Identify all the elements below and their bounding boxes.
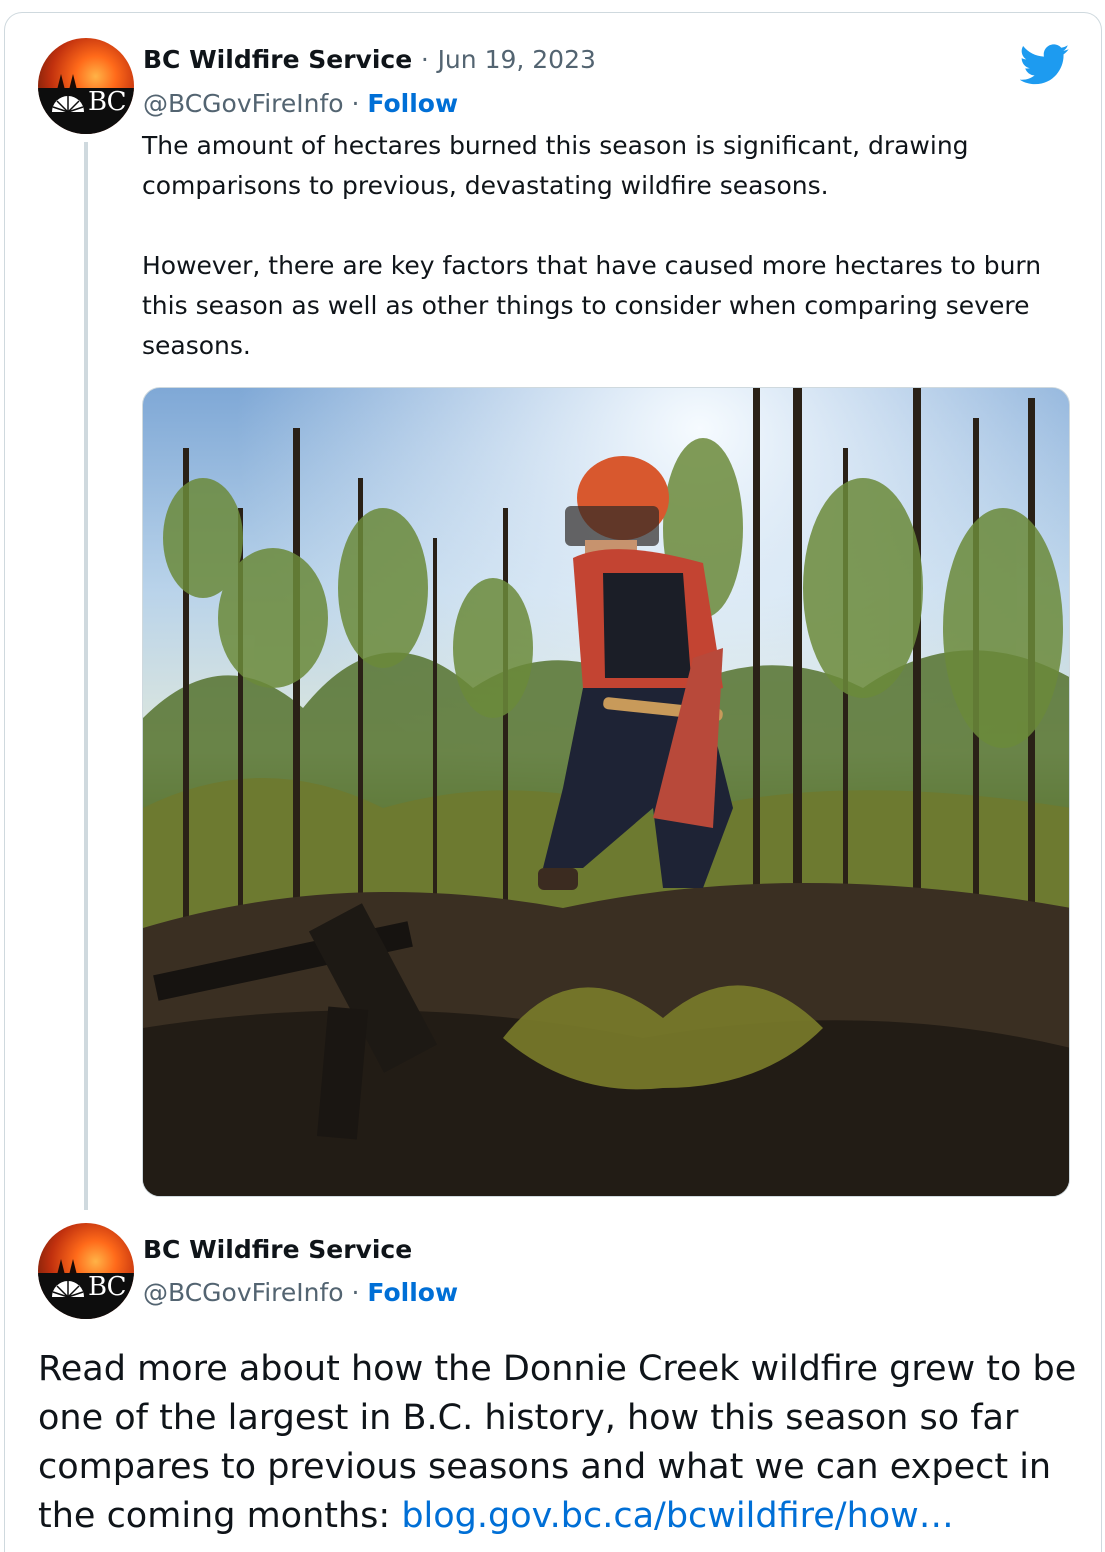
separator-dot: · xyxy=(420,45,429,74)
follow-button[interactable]: Follow xyxy=(367,89,458,118)
handle-line: @BCGovFireInfo · Follow xyxy=(143,1278,458,1307)
tweet-text: The amount of hectares burned this seaso… xyxy=(142,126,1062,366)
sunrise-logo-icon xyxy=(52,1281,84,1298)
twitter-bird-icon[interactable] xyxy=(1020,44,1070,86)
author-line: BC Wildfire Service · Jun 19, 2023 xyxy=(143,45,596,74)
follow-button[interactable]: Follow xyxy=(367,1278,458,1307)
tweet-photo[interactable] xyxy=(142,387,1070,1197)
separator-dot: · xyxy=(351,1278,360,1307)
tweet-date[interactable]: Jun 19, 2023 xyxy=(438,45,596,74)
thread-connector xyxy=(84,142,88,1210)
tweet-paragraph: However, there are key factors that have… xyxy=(142,251,1042,360)
display-name[interactable]: BC Wildfire Service xyxy=(143,45,412,74)
avatar-text: BC xyxy=(88,87,126,117)
avatar[interactable]: BC xyxy=(38,1223,134,1319)
avatar[interactable]: BC xyxy=(38,38,134,134)
user-handle[interactable]: @BCGovFireInfo xyxy=(143,1278,344,1307)
handle-line: @BCGovFireInfo · Follow xyxy=(143,89,458,118)
wildfire-crew-photo xyxy=(143,388,1069,1196)
article-link[interactable]: blog.gov.bc.ca/bcwildfire/how… xyxy=(401,1496,953,1536)
sunrise-logo-icon xyxy=(52,96,84,113)
avatar-text: BC xyxy=(88,1272,126,1302)
tweet-paragraph: The amount of hectares burned this seaso… xyxy=(142,131,969,200)
display-name[interactable]: BC Wildfire Service xyxy=(143,1235,412,1264)
tweet-text: Read more about how the Donnie Creek wil… xyxy=(38,1345,1088,1541)
user-handle[interactable]: @BCGovFireInfo xyxy=(143,89,344,118)
separator-dot: · xyxy=(351,89,360,118)
